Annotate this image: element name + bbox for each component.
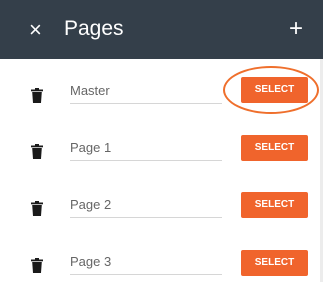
select-button[interactable]: SELECT bbox=[241, 250, 308, 276]
add-page-button[interactable]: + bbox=[286, 16, 306, 42]
pages-panel: × Pages + Master SELECT Page 1 SELECT Pa… bbox=[0, 0, 323, 282]
pages-header: × Pages + bbox=[0, 0, 323, 59]
trash-icon[interactable] bbox=[31, 201, 43, 216]
page-name-field[interactable]: Page 1 bbox=[70, 138, 222, 161]
select-button[interactable]: SELECT bbox=[241, 135, 308, 161]
page-row-page-1: Page 1 SELECT bbox=[0, 121, 323, 179]
page-name-field[interactable]: Master bbox=[70, 81, 222, 104]
close-icon[interactable]: × bbox=[29, 19, 45, 41]
page-row-master: Master SELECT bbox=[0, 59, 323, 117]
trash-icon[interactable] bbox=[31, 144, 43, 159]
select-button[interactable]: SELECT bbox=[241, 77, 308, 103]
page-name-field[interactable]: Page 2 bbox=[70, 195, 222, 218]
select-button[interactable]: SELECT bbox=[241, 192, 308, 218]
page-row-page-3: Page 3 SELECT bbox=[0, 236, 323, 282]
page-row-page-2: Page 2 SELECT bbox=[0, 178, 323, 236]
trash-icon[interactable] bbox=[31, 258, 43, 273]
trash-icon[interactable] bbox=[31, 88, 43, 103]
page-title: Pages bbox=[64, 17, 124, 40]
page-name-field[interactable]: Page 3 bbox=[70, 252, 222, 275]
